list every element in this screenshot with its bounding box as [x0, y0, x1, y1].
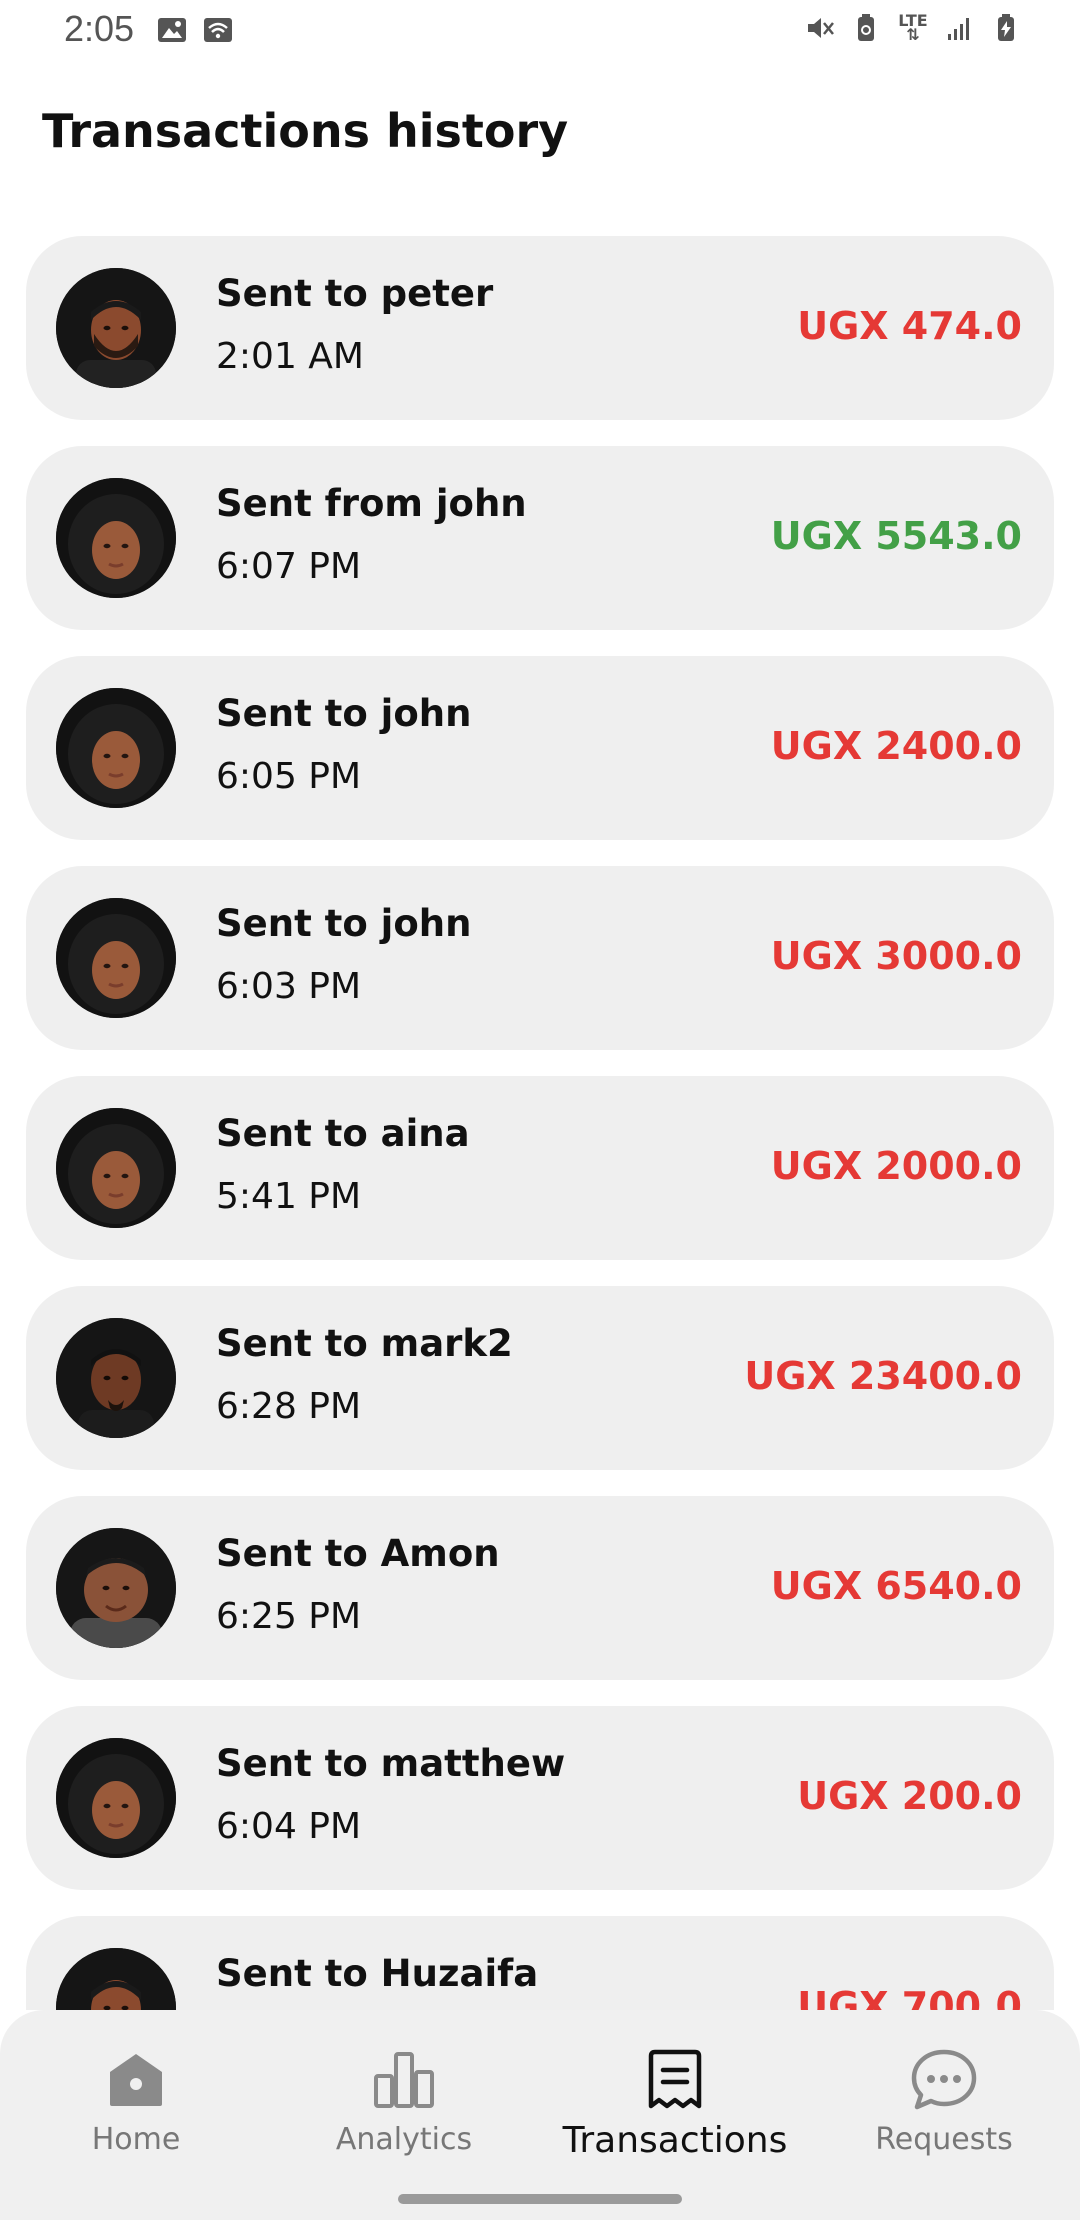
lte-indicator: LTE ⇅	[896, 13, 930, 43]
transaction-title: Sent to mark2	[216, 1322, 513, 1365]
avatar	[56, 688, 176, 808]
nav-item-analytics[interactable]: Analytics	[274, 2044, 534, 2174]
avatar	[56, 1528, 176, 1648]
transaction-amount: UGX 474.0	[797, 304, 1022, 348]
transactions-list[interactable]: Sent to peter 2:01 AM UGX 474.0 Sent from j…	[26, 236, 1054, 2010]
nav-label-home: Home	[91, 2122, 181, 2157]
transaction-title: Sent to aina	[216, 1112, 470, 1155]
mute-icon	[808, 18, 834, 38]
nav-label-analytics: Analytics	[335, 2122, 473, 2157]
avatar	[56, 1108, 176, 1228]
home-indicator[interactable]	[398, 2194, 682, 2204]
transaction-amount: UGX 5543.0	[770, 514, 1022, 558]
transaction-time: 6:03 PM	[216, 966, 362, 1007]
nav-item-requests[interactable]: Requests	[814, 2044, 1074, 2174]
transaction-item[interactable]: Sent to Huzaifa UGX 700.0	[26, 1916, 1054, 2010]
page-title: Transactions history	[42, 104, 569, 158]
wifi-calling-icon	[204, 18, 232, 42]
chat-bubble-icon	[911, 2049, 977, 2110]
transaction-time: 6:28 PM	[216, 1386, 362, 1427]
transaction-item[interactable]: Sent to aina 5:41 PM UGX 2000.0	[26, 1076, 1054, 1260]
transaction-amount: UGX 2000.0	[770, 1144, 1022, 1188]
nav-label-requests: Requests	[875, 2122, 1013, 2157]
nav-item-transactions[interactable]: Transactions	[545, 2044, 805, 2174]
bottom-navigation: Home Analytics Transactions Requests	[0, 2010, 1080, 2220]
transaction-title: Sent to Amon	[216, 1532, 500, 1575]
transaction-title: Sent to matthew	[216, 1742, 566, 1785]
transaction-amount: UGX 23400.0	[744, 1354, 1022, 1398]
avatar	[56, 1318, 176, 1438]
transaction-time: 6:07 PM	[216, 546, 362, 587]
transaction-amount: UGX 200.0	[797, 1774, 1022, 1818]
transaction-item[interactable]: Sent to john 6:05 PM UGX 2400.0	[26, 656, 1054, 840]
transaction-time: 5:41 PM	[216, 1176, 362, 1217]
transaction-time: 2:01 AM	[216, 336, 364, 377]
avatar	[56, 898, 176, 1018]
signal-icon	[948, 18, 969, 40]
transaction-item[interactable]: Sent from john 6:07 PM UGX 5543.0	[26, 446, 1054, 630]
transaction-time: 6:25 PM	[216, 1596, 362, 1637]
transaction-time: 6:05 PM	[216, 756, 362, 797]
transaction-item[interactable]: Sent to john 6:03 PM UGX 3000.0	[26, 866, 1054, 1050]
transaction-title: Sent to john	[216, 902, 472, 945]
transaction-title: Sent to john	[216, 692, 472, 735]
receipt-icon	[648, 2049, 702, 2109]
transaction-amount: UGX 6540.0	[770, 1564, 1022, 1608]
status-right-icons: LTE ⇅	[804, 12, 1022, 44]
transaction-amount: UGX 700.0	[797, 1984, 1022, 2010]
battery-charging-icon	[998, 14, 1014, 41]
transaction-item[interactable]: Sent to matthew 6:04 PM UGX 200.0	[26, 1706, 1054, 1890]
home-icon	[110, 2054, 162, 2106]
avatar	[56, 1738, 176, 1858]
status-bar: 2:05 LTE ⇅	[0, 0, 1080, 64]
transaction-title: Sent from john	[216, 482, 527, 525]
analytics-icon	[374, 2052, 434, 2108]
transaction-amount: UGX 3000.0	[770, 934, 1022, 978]
transaction-amount: UGX 2400.0	[770, 724, 1022, 768]
transaction-item[interactable]: Sent to mark2 6:28 PM UGX 23400.0	[26, 1286, 1054, 1470]
transaction-time: 6:04 PM	[216, 1806, 362, 1847]
status-time: 2:05	[64, 8, 135, 49]
nav-label-transactions: Transactions	[562, 2120, 788, 2161]
battery-saver-icon	[858, 14, 874, 41]
transaction-title: Sent to peter	[216, 272, 494, 315]
transaction-title: Sent to Huzaifa	[216, 1952, 539, 1995]
transaction-item[interactable]: Sent to peter 2:01 AM UGX 474.0	[26, 236, 1054, 420]
status-left-icons	[156, 14, 234, 46]
avatar	[56, 478, 176, 598]
nav-item-home[interactable]: Home	[6, 2044, 266, 2174]
transaction-item[interactable]: Sent to Amon 6:25 PM UGX 6540.0	[26, 1496, 1054, 1680]
avatar	[56, 268, 176, 388]
gallery-icon	[158, 18, 186, 42]
avatar	[56, 1948, 176, 2010]
